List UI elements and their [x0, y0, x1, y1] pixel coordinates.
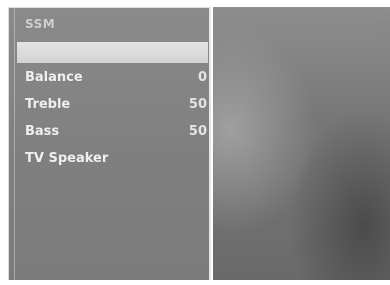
menu-item-treble[interactable]: Treble 50 [25, 95, 207, 115]
menu-item-label: Balance [25, 70, 83, 85]
menu-item-bass[interactable]: Bass 50 [25, 122, 207, 142]
video-preview-area [213, 7, 390, 280]
menu-item-balance[interactable]: Balance 0 [25, 68, 207, 88]
menu-item-value: 50 [188, 97, 207, 112]
tv-screen: SSM Balance 0 Treble 50 Bass 50 TV Speak… [0, 0, 390, 285]
sound-menu-panel: SSM Balance 0 Treble 50 Bass 50 TV Speak… [8, 7, 211, 280]
menu-item-highlighted[interactable] [17, 42, 208, 63]
menu-item-value: 0 [197, 70, 207, 85]
menu-item-label: Bass [25, 124, 60, 139]
menu-item-label: TV Speaker [25, 151, 109, 166]
menu-item-value: 50 [188, 124, 207, 139]
menu-item-label: Treble [25, 97, 71, 112]
menu-item-tv-speaker[interactable]: TV Speaker [25, 149, 207, 169]
menu-title: SSM [25, 17, 56, 31]
